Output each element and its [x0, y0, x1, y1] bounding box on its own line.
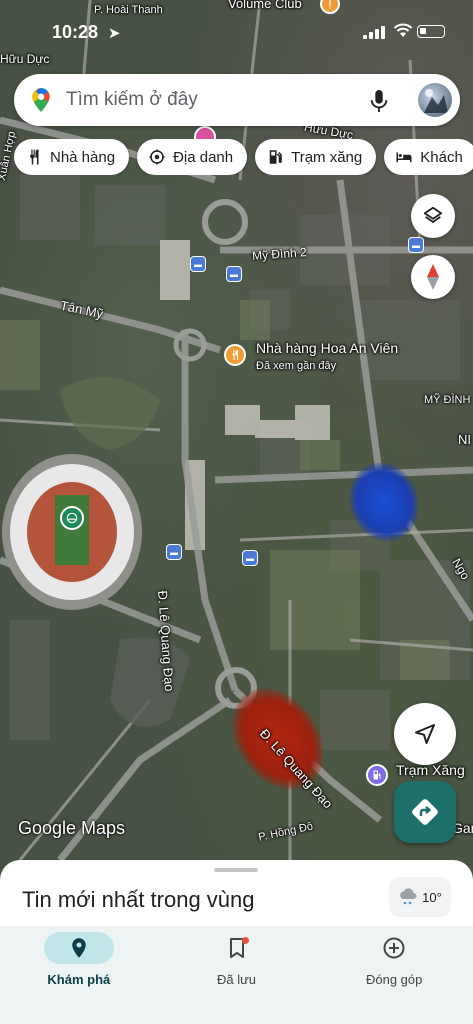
- restaurant-pin-icon[interactable]: [224, 344, 246, 366]
- compass-icon: [427, 264, 439, 290]
- bookmark-icon: [202, 932, 272, 964]
- nav-saved[interactable]: Đã lưu: [158, 926, 316, 1024]
- bus-stop-icon[interactable]: ▬: [242, 550, 258, 566]
- map-label-area: NI: [458, 432, 471, 447]
- chip-gas-stations[interactable]: Trạm xăng: [255, 139, 377, 175]
- search-input[interactable]: [66, 89, 356, 111]
- category-chips: Nhà hàng Địa danh Trạm xăng Khách: [14, 139, 473, 175]
- bus-stop-icon[interactable]: ▬: [190, 256, 206, 272]
- weather-temperature: 10°: [422, 889, 442, 905]
- status-time: 10:28: [52, 22, 99, 42]
- nav-label: Khám phá: [47, 972, 111, 987]
- nav-contribute[interactable]: Đóng góp: [315, 926, 473, 1024]
- bottom-navigation: Khám phá Đã lưu Đóng góp: [0, 926, 473, 1024]
- search-bar[interactable]: [14, 74, 460, 126]
- notification-dot: [241, 937, 249, 944]
- my-location-button[interactable]: [394, 703, 456, 765]
- status-bar: 10:28 ➤: [0, 0, 473, 62]
- bus-stop-icon[interactable]: ▬: [166, 544, 182, 560]
- weather-cloud-rain-icon: [400, 888, 417, 905]
- gas-station-icon: [265, 147, 285, 167]
- add-circle-icon: [359, 932, 429, 964]
- weather-chip[interactable]: 10°: [389, 877, 451, 917]
- google-maps-pin-logo-icon: [32, 88, 50, 112]
- bed-icon: [394, 147, 414, 167]
- bus-stop-icon[interactable]: ▬: [408, 237, 424, 253]
- map-label-area: MỸ ĐÌNH: [424, 394, 471, 406]
- location-arrow-icon: ➤: [108, 25, 121, 42]
- microphone-icon[interactable]: [368, 88, 390, 114]
- chip-landmarks[interactable]: Địa danh: [137, 139, 248, 175]
- navigation-arrow-icon: [415, 724, 435, 744]
- sheet-title: Tin mới nhất trong vùng: [22, 887, 255, 912]
- chip-label: Khách: [420, 148, 463, 166]
- chip-label: Địa danh: [173, 148, 234, 166]
- restaurant-name-label[interactable]: Nhà hàng Hoa An Viên: [256, 340, 398, 356]
- drag-handle[interactable]: [214, 868, 258, 872]
- bottom-sheet[interactable]: Tin mới nhất trong vùng 10°: [0, 860, 473, 926]
- directions-icon: [412, 799, 438, 825]
- signal-icon: [363, 26, 385, 39]
- battery-icon: [417, 25, 445, 38]
- chip-label: Trạm xăng: [291, 148, 363, 166]
- wifi-icon: [393, 23, 413, 37]
- chip-label: Nhà hàng: [50, 148, 116, 166]
- explore-pin-icon: [43, 932, 114, 964]
- directions-button[interactable]: [394, 781, 456, 843]
- google-maps-attribution: Google Maps: [18, 818, 126, 838]
- bus-stop-icon[interactable]: ▬: [226, 266, 242, 282]
- nav-label: Đã lưu: [216, 972, 257, 987]
- restaurant-sub-label: Đã xem gần đây: [256, 360, 337, 372]
- stadium-pin-icon[interactable]: [60, 506, 84, 530]
- gas-station-pin-icon[interactable]: [366, 764, 388, 786]
- landmark-icon: [147, 147, 167, 167]
- chip-hotels[interactable]: Khách: [384, 139, 473, 175]
- nav-label: Đóng góp: [365, 972, 423, 987]
- chip-restaurants[interactable]: Nhà hàng: [14, 139, 130, 175]
- fork-knife-icon: [24, 147, 44, 167]
- compass-button[interactable]: [411, 255, 455, 299]
- nav-explore[interactable]: Khám phá: [0, 926, 158, 1024]
- avatar[interactable]: [418, 83, 452, 117]
- layers-button[interactable]: [411, 194, 455, 238]
- layers-icon: [423, 206, 443, 223]
